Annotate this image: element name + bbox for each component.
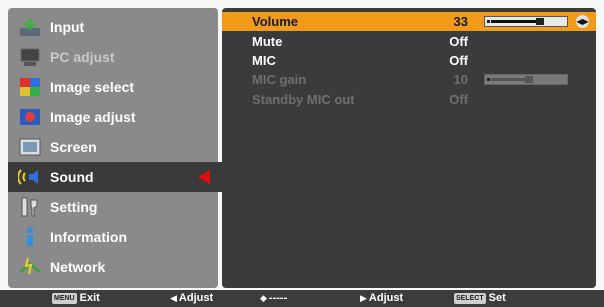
slider-start-mark — [487, 78, 490, 81]
menu-item-sound[interactable]: Sound — [8, 162, 224, 192]
up-down-arrow-icon: ◆ — [260, 292, 267, 303]
input-icon — [18, 16, 42, 38]
image-select-icon — [18, 76, 42, 98]
menu-item-pc-adjust[interactable]: PC adjust — [8, 42, 218, 72]
select-key-icon: SELECT — [454, 292, 486, 304]
row-standby-mic-out: Standby MIC out Off — [222, 90, 596, 109]
projector-osd: Input PC adjust Image select Image adjus… — [0, 0, 604, 307]
menu-key-icon: MENU — [52, 292, 77, 304]
standby-mic-out-value: Off — [449, 92, 468, 107]
menu-exit-hint: MENU Exit — [52, 292, 100, 304]
main-menu: Input PC adjust Image select Image adjus… — [8, 8, 233, 288]
mic-gain-label: MIC gain — [252, 72, 307, 87]
volume-slider-fill — [491, 20, 536, 23]
row-mic-gain: MIC gain 10 — [222, 70, 596, 89]
up-down-hint: ◆ ----- — [260, 292, 287, 304]
left-right-arrows-icon: ◀▶ — [576, 15, 589, 28]
mic-value: Off — [449, 53, 468, 68]
row-mic[interactable]: MIC Off — [222, 51, 596, 70]
sound-icon — [18, 166, 42, 188]
select-set-hint: SELECT Set — [454, 292, 506, 304]
sound-settings-panel: Volume 33 ◀▶ Mute Off MIC Off MIC gain 1… — [222, 8, 596, 288]
row-volume[interactable]: Volume 33 ◀▶ — [222, 12, 596, 31]
mic-gain-slider-knob — [525, 76, 533, 83]
right-arrow-icon: ▶ — [360, 292, 367, 303]
selection-arrow-icon — [198, 170, 210, 184]
menu-item-screen[interactable]: Screen — [8, 132, 218, 162]
setting-icon — [18, 196, 42, 218]
row-mute[interactable]: Mute Off — [222, 32, 596, 51]
information-icon — [18, 226, 42, 248]
menu-label-input: Input — [50, 19, 85, 35]
mic-gain-slider — [484, 74, 568, 85]
adjust-left-hint: ◀ Adjust — [170, 292, 213, 304]
standby-mic-out-label: Standby MIC out — [252, 92, 355, 107]
slider-start-mark — [487, 20, 490, 23]
menu-item-input[interactable]: Input — [8, 12, 218, 42]
pc-adjust-icon — [18, 46, 42, 68]
left-arrow-icon: ◀ — [170, 292, 177, 303]
menu-label-image-adjust: Image adjust — [50, 109, 136, 125]
menu-label-network: Network — [50, 259, 106, 275]
menu-item-image-select[interactable]: Image select — [8, 72, 218, 102]
menu-item-setting[interactable]: Setting — [8, 192, 218, 222]
menu-item-network[interactable]: Network — [8, 252, 218, 282]
image-adjust-icon — [18, 106, 42, 128]
menu-label-screen: Screen — [50, 139, 97, 155]
screen-icon — [18, 136, 42, 158]
set-label: Set — [488, 292, 506, 304]
menu-label-image-select: Image select — [50, 79, 135, 95]
menu-item-image-adjust[interactable]: Image adjust — [8, 102, 218, 132]
up-down-label: ----- — [268, 292, 288, 304]
menu-item-information[interactable]: Information — [8, 222, 218, 252]
volume-slider[interactable] — [484, 16, 568, 27]
volume-label: Volume — [252, 14, 298, 29]
menu-label-setting: Setting — [50, 199, 98, 215]
adjust-right-label: Adjust — [368, 292, 404, 304]
exit-label: Exit — [79, 292, 100, 304]
mic-gain-value: 10 — [453, 72, 468, 87]
volume-value: 33 — [453, 14, 468, 29]
adjust-left-label: Adjust — [178, 292, 214, 304]
menu-label-pc-adjust: PC adjust — [50, 49, 115, 65]
menu-label-information: Information — [50, 229, 127, 245]
mic-label: MIC — [252, 53, 276, 68]
key-guide-bar: MENU Exit ◀ Adjust ◆ ----- ▶ Adjust SELE… — [0, 290, 604, 307]
adjust-right-hint: ▶ Adjust — [360, 292, 403, 304]
volume-slider-knob[interactable] — [536, 18, 544, 25]
mic-gain-slider-fill — [491, 78, 525, 81]
mute-label: Mute — [252, 34, 283, 49]
menu-label-sound: Sound — [50, 169, 94, 185]
network-icon — [18, 256, 42, 278]
mute-value: Off — [449, 34, 468, 49]
